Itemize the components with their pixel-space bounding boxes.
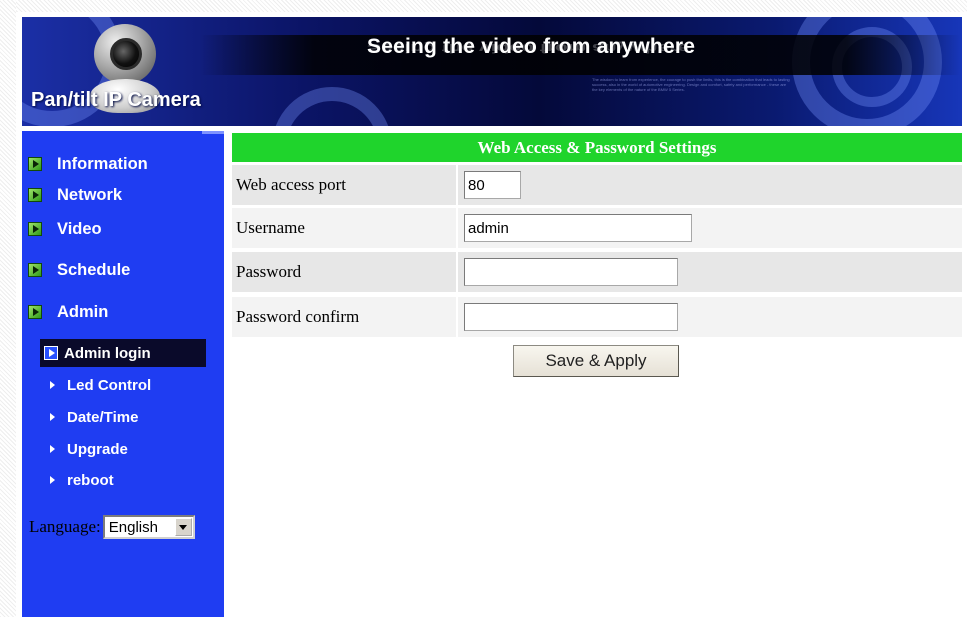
password-confirm-input[interactable] (464, 303, 678, 331)
triangle-bullet-icon (50, 445, 55, 453)
sidebar-item-schedule[interactable]: Schedule (28, 259, 130, 281)
arrow-bullet-icon (28, 157, 42, 171)
sidebar-item-information[interactable]: Information (28, 153, 148, 175)
brand-title: Pan/tilt IP Camera (31, 89, 201, 111)
web-access-port-label: Web access port (232, 165, 456, 205)
username-cell: admin (458, 208, 962, 248)
page-border-top (0, 0, 967, 12)
panel-title: Web Access & Password Settings (232, 133, 962, 162)
sidebar: Information Network Video Schedule Admin… (22, 131, 224, 617)
sidebar-subitem-label: Upgrade (67, 440, 128, 458)
header-banner: Seeing the video from anywhere Seeing th… (22, 17, 962, 126)
password-input[interactable] (464, 258, 678, 286)
sidebar-item-admin[interactable]: Admin (28, 301, 108, 323)
sidebar-item-label: Video (57, 219, 102, 238)
sidebar-item-network[interactable]: Network (28, 184, 122, 206)
web-access-port-input[interactable]: 80 (464, 171, 521, 199)
sidebar-subitem-label: Date/Time (67, 408, 139, 426)
sidebar-subitem-led-control[interactable]: Led Control (44, 374, 151, 396)
banner-fine-print: The wisdom to learn from experience, the… (592, 77, 790, 92)
username-input[interactable]: admin (464, 214, 692, 242)
save-apply-button[interactable]: Save & Apply (513, 345, 679, 377)
language-label: Language: (29, 517, 101, 536)
banner-slogan-reflection: Seeing the video from anywhere (367, 41, 690, 55)
active-arrow-icon (44, 346, 58, 360)
decorative-ring (272, 87, 392, 126)
username-label: Username (232, 208, 456, 248)
sidebar-subitem-label: Admin login (64, 344, 151, 362)
camera-lens (110, 38, 142, 70)
sidebar-item-label: Information (57, 154, 148, 173)
password-confirm-label: Password confirm (232, 297, 456, 337)
sidebar-subitem-reboot[interactable]: reboot (44, 469, 114, 491)
sidebar-item-label: Network (57, 185, 123, 204)
language-row: Language: English (29, 515, 195, 539)
web-access-port-cell: 80 (458, 165, 962, 205)
triangle-bullet-icon (50, 381, 55, 389)
sidebar-top-tab (202, 131, 224, 134)
sidebar-subitem-upgrade[interactable]: Upgrade (44, 438, 128, 460)
arrow-bullet-icon (28, 305, 42, 319)
triangle-bullet-icon (50, 476, 55, 484)
password-label: Password (232, 252, 456, 292)
password-cell (458, 252, 962, 292)
arrow-bullet-icon (28, 222, 42, 236)
sidebar-subitem-date-time[interactable]: Date/Time (44, 406, 138, 428)
sidebar-subitem-label: Led Control (67, 376, 152, 394)
sidebar-subitem-label: reboot (67, 471, 114, 489)
triangle-bullet-icon (50, 413, 55, 421)
arrow-bullet-icon (28, 263, 42, 277)
password-confirm-cell (458, 297, 962, 337)
sidebar-item-label: Admin (57, 302, 109, 321)
sidebar-item-label: Schedule (57, 260, 131, 279)
language-select[interactable]: English (102, 515, 195, 539)
chevron-down-icon[interactable] (174, 518, 192, 536)
language-selected-value: English (108, 518, 158, 536)
page-border-left (0, 0, 16, 617)
sidebar-subitem-admin-login[interactable]: Admin login (40, 339, 206, 367)
arrow-bullet-icon (28, 188, 42, 202)
sidebar-item-video[interactable]: Video (28, 218, 102, 240)
